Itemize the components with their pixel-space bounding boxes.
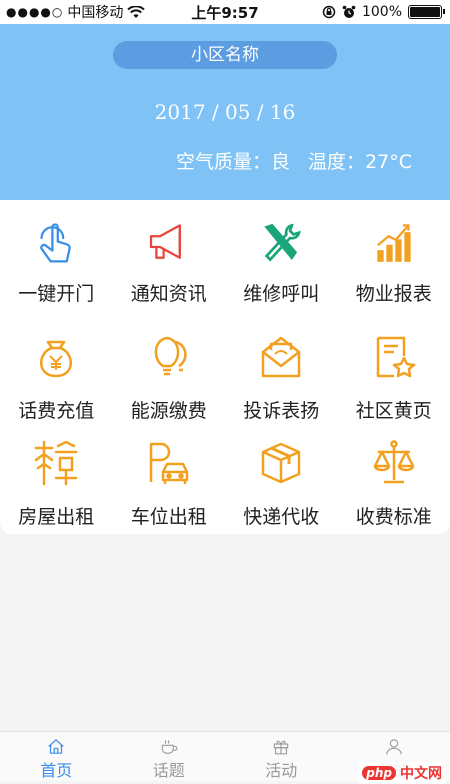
tab-activities[interactable]: 活动 (225, 732, 338, 781)
service-notice-news[interactable]: 通知资讯 (113, 200, 226, 306)
tile-label: 收费标准 (356, 502, 432, 529)
envelope-icon (257, 332, 305, 382)
tab-home[interactable]: 首页 (0, 732, 113, 781)
yuan-bag-icon (32, 332, 80, 382)
service-parking-rent[interactable]: 车位出租 (113, 426, 226, 532)
site-watermark: php 中文网 (358, 762, 446, 784)
tile-label: 维修呼叫 (243, 279, 319, 306)
tile-label: 话费充值 (18, 396, 94, 423)
tools-icon (257, 220, 305, 265)
watermark-text: 中文网 (400, 763, 442, 783)
tile-label: 社区黄页 (356, 396, 432, 423)
service-energy-payment[interactable]: 能源缴费 (113, 320, 226, 426)
tile-label: 一键开门 (18, 279, 94, 306)
megaphone-icon (145, 220, 193, 265)
tab-topics[interactable]: 话题 (113, 732, 226, 781)
weather-info: 空气质量：良温度：27°C (158, 147, 412, 174)
user-icon (379, 738, 409, 755)
tile-label: 物业报表 (356, 279, 432, 306)
house-rent-icon (32, 438, 80, 488)
battery-icon (408, 5, 442, 19)
service-community-yellow-pages[interactable]: 社区黄页 (338, 320, 450, 426)
tab-label: 活动 (265, 757, 297, 781)
service-express-collect[interactable]: 快递代收 (225, 426, 338, 532)
service-house-rent[interactable]: 房屋出租 (0, 426, 113, 532)
service-phone-recharge[interactable]: 话费充值 (0, 320, 113, 426)
service-fee-standard[interactable]: 收费标准 (338, 426, 450, 532)
tap-finger-icon (32, 220, 80, 265)
tab-label: 首页 (40, 757, 72, 781)
coffee-cup-icon (154, 738, 184, 755)
temperature: 温度：27°C (308, 151, 412, 173)
scales-icon (370, 438, 418, 488)
header-banner: 小区名称 2017 / 05 / 16 空气质量：良温度：27°C (0, 24, 450, 200)
services-panel-bottom: 话费充值 能源缴费 投诉表扬 社区黄页 (0, 320, 450, 534)
rotation-lock-icon (322, 5, 336, 19)
bulb-icon (145, 332, 193, 382)
tile-label: 房屋出租 (18, 502, 94, 529)
tile-label: 通知资讯 (131, 279, 207, 306)
service-one-tap-door[interactable]: 一键开门 (0, 200, 113, 306)
battery-percent: 100% (362, 4, 402, 20)
service-complaint-praise[interactable]: 投诉表扬 (225, 320, 338, 426)
service-property-report[interactable]: 物业报表 (338, 200, 450, 306)
service-repair-call[interactable]: 维修呼叫 (225, 200, 338, 306)
tile-label: 车位出租 (131, 502, 207, 529)
alarm-icon (342, 5, 356, 19)
tab-label: 话题 (153, 757, 185, 781)
gift-icon (266, 738, 296, 755)
community-name-button[interactable]: 小区名称 (113, 41, 337, 69)
star-document-icon (370, 332, 418, 382)
watermark-logo: php (362, 766, 396, 780)
air-quality: 空气质量：良 (176, 151, 290, 173)
status-bar: ●●●●○ 中国移动 上午9:57 100% (0, 0, 450, 24)
tile-label: 快递代收 (243, 502, 319, 529)
tile-label: 投诉表扬 (243, 396, 319, 423)
parking-car-icon (145, 438, 193, 488)
tile-label: 能源缴费 (131, 396, 207, 423)
services-panel-top: 一键开门 通知资讯 维修呼叫 (0, 200, 450, 320)
package-icon (257, 438, 305, 488)
current-date: 2017 / 05 / 16 (0, 100, 450, 124)
status-right: 100% (322, 4, 442, 20)
home-icon (41, 738, 71, 755)
bar-chart-icon (370, 220, 418, 265)
